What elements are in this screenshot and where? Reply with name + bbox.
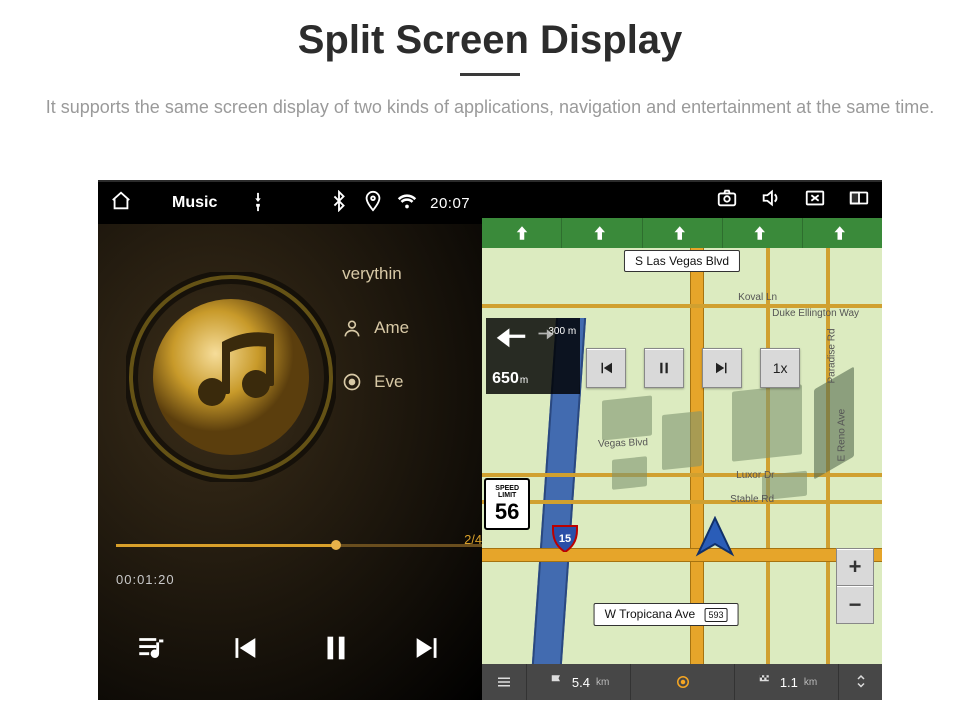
lane-arrow-5 bbox=[802, 218, 882, 248]
music-transport-controls bbox=[98, 631, 482, 670]
track-meta: verythin Ame Eve bbox=[342, 264, 482, 392]
zoom-controls: + − bbox=[836, 548, 874, 624]
pause-button[interactable] bbox=[319, 631, 353, 670]
bottom-street-name: W Tropicana Ave bbox=[605, 607, 696, 621]
track-artist: Ame bbox=[374, 318, 409, 338]
page-title: Split Screen Display bbox=[0, 0, 980, 63]
sim-pause-button[interactable] bbox=[644, 348, 684, 388]
home-icon[interactable] bbox=[110, 190, 132, 217]
next-track-button[interactable] bbox=[411, 631, 445, 670]
gps-ring-icon bbox=[674, 673, 692, 691]
nav-bottom-bar: 5.4 km 1.1 km bbox=[482, 664, 882, 700]
page-subtitle: It supports the same screen display of t… bbox=[20, 94, 960, 122]
bottom-gps-status[interactable] bbox=[630, 664, 734, 700]
speed-limit-sign: SPEED LIMIT 56 bbox=[484, 478, 530, 530]
track-artist-row: Ame bbox=[342, 318, 482, 338]
artist-icon bbox=[342, 318, 362, 338]
lane-arrow-2 bbox=[561, 218, 641, 248]
zoom-out-button[interactable]: − bbox=[836, 586, 874, 624]
bottom-dist-covered[interactable]: 1.1 km bbox=[734, 664, 838, 700]
progress-bar[interactable] bbox=[116, 544, 482, 547]
interstate-shield: 15 bbox=[552, 524, 578, 552]
split-screen-icon[interactable] bbox=[848, 187, 870, 214]
flag-icon bbox=[548, 673, 566, 691]
dist-remaining-value: 5.4 bbox=[572, 675, 590, 690]
map-building bbox=[602, 395, 652, 440]
svg-text:15: 15 bbox=[559, 533, 571, 545]
music-topbar: Music 20:07 bbox=[98, 182, 482, 224]
turn-secondary-unit: m bbox=[568, 326, 576, 337]
nav-system-bar bbox=[482, 182, 882, 218]
map-label-duke: Duke Ellington Way bbox=[772, 308, 859, 319]
album-art-disc[interactable] bbox=[126, 272, 336, 482]
prev-track-button[interactable] bbox=[227, 631, 261, 670]
playlist-icon[interactable] bbox=[135, 631, 169, 670]
map-label-reno: E Reno Ave bbox=[837, 409, 848, 462]
wifi-icon[interactable] bbox=[396, 190, 418, 217]
current-street-bottom: W Tropicana Ave 593 bbox=[594, 603, 739, 626]
map-building bbox=[662, 411, 702, 470]
map-label-vegas: Vegas Blvd bbox=[598, 437, 648, 450]
map-label-stable: Stable Rd bbox=[730, 494, 774, 505]
turn-right-next-icon bbox=[536, 326, 556, 346]
sim-restart-button[interactable] bbox=[586, 348, 626, 388]
dist-covered-value: 1.1 bbox=[780, 675, 798, 690]
speed-limit-value: 56 bbox=[495, 501, 519, 523]
nav-expand-button[interactable] bbox=[838, 664, 882, 700]
speed-label-1: SPEED bbox=[495, 485, 519, 492]
turn-left-icon bbox=[492, 322, 530, 360]
route-shield-593: 593 bbox=[704, 608, 727, 622]
lane-arrow-4 bbox=[722, 218, 802, 248]
music-panel: Music 20:07 bbox=[98, 182, 482, 700]
map-canvas[interactable]: Koval Ln Duke Ellington Way Vegas Blvd L… bbox=[482, 248, 882, 664]
device-screenshot: Music 20:07 bbox=[98, 180, 882, 700]
vehicle-position-marker bbox=[694, 516, 736, 558]
album-icon bbox=[342, 372, 362, 392]
zoom-in-button[interactable]: + bbox=[836, 548, 874, 586]
speed-label-2: LIMIT bbox=[498, 492, 516, 499]
nav-menu-button[interactable] bbox=[482, 664, 526, 700]
turn-primary-unit: m bbox=[520, 375, 528, 386]
road-tropicana bbox=[482, 548, 882, 562]
road-stable bbox=[482, 500, 882, 504]
navigation-panel: Koval Ln Duke Ellington Way Vegas Blvd L… bbox=[482, 182, 882, 700]
track-title: verythin bbox=[342, 264, 402, 284]
dist-remaining-unit: km bbox=[596, 677, 609, 688]
bluetooth-icon[interactable] bbox=[328, 190, 350, 217]
elapsed-time: 00:01:20 bbox=[116, 572, 175, 587]
close-window-icon[interactable] bbox=[804, 187, 826, 214]
screenshot-icon[interactable] bbox=[716, 187, 738, 214]
map-building bbox=[732, 384, 802, 461]
usb-icon[interactable] bbox=[247, 191, 269, 216]
track-album-row: Eve bbox=[342, 372, 482, 392]
map-label-paradise: Paradise Rd bbox=[827, 328, 838, 383]
dist-covered-unit: km bbox=[804, 677, 817, 688]
turn-primary-dist: 650 bbox=[492, 370, 519, 387]
sim-next-button[interactable] bbox=[702, 348, 742, 388]
music-body: verythin Ame Eve 2/4 00:01:20 bbox=[98, 224, 482, 700]
status-clock: 20:07 bbox=[430, 195, 470, 212]
checkered-flag-icon bbox=[756, 673, 774, 691]
volume-icon[interactable] bbox=[760, 187, 782, 214]
music-app-title: Music bbox=[172, 194, 217, 212]
sim-speed-button[interactable]: 1x bbox=[760, 348, 800, 388]
current-street-top: S Las Vegas Blvd bbox=[624, 250, 740, 272]
location-icon[interactable] bbox=[362, 190, 384, 217]
nav-lane-guidance-bar bbox=[482, 218, 882, 248]
map-label-luxor: Luxor Dr bbox=[736, 470, 774, 481]
map-building bbox=[612, 456, 647, 490]
bottom-dist-remaining[interactable]: 5.4 km bbox=[526, 664, 630, 700]
map-label-koval: Koval Ln bbox=[738, 292, 777, 303]
track-album: Eve bbox=[374, 372, 403, 392]
simulation-controls: 1x bbox=[586, 348, 800, 388]
lane-arrow-3 bbox=[642, 218, 722, 248]
lane-arrow-1 bbox=[482, 218, 561, 248]
turn-instruction-box: 650m 300 m bbox=[486, 318, 580, 394]
title-underline bbox=[460, 73, 520, 76]
track-title-row: verythin bbox=[342, 264, 482, 284]
